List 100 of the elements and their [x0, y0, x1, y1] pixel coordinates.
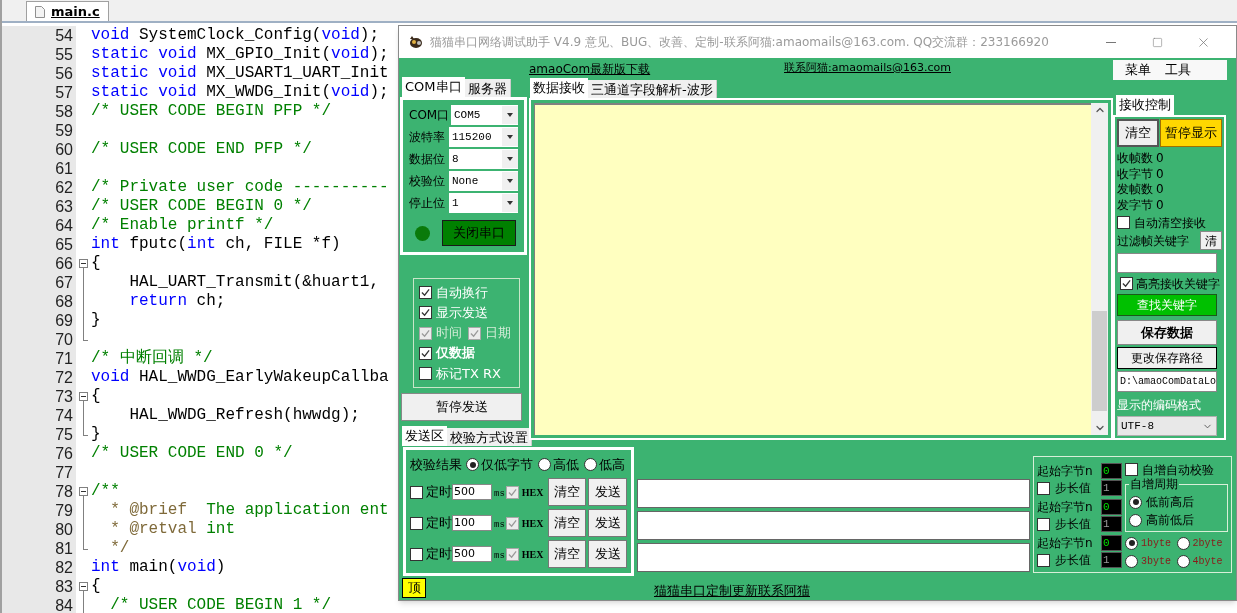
checkbox[interactable]: [419, 286, 432, 300]
checkbox-label: 自增自动校验: [1142, 461, 1214, 478]
dropdown[interactable]: 1: [448, 193, 518, 213]
field-label: 波特率: [409, 129, 446, 146]
radio-label: 3byte: [1141, 554, 1171, 569]
counter-value: 0: [1156, 197, 1164, 213]
checkbox[interactable]: [410, 547, 423, 561]
collapse-icon[interactable]: [78, 487, 88, 496]
checkbox[interactable]: [419, 306, 432, 320]
radio-button[interactable]: [1125, 536, 1138, 550]
send-text-field[interactable]: [637, 479, 1030, 508]
dropdown[interactable]: None: [448, 171, 518, 191]
checkbox[interactable]: [1125, 463, 1138, 476]
radio-button[interactable]: [1176, 554, 1190, 568]
step-label: 步长值: [1055, 480, 1092, 497]
checkbox[interactable]: [410, 516, 423, 530]
counter-label: 收帧数: [1117, 151, 1153, 167]
download-link[interactable]: amaoCom最新版下载: [529, 62, 651, 76]
code-line: {: [90, 387, 101, 406]
checkbox[interactable]: [1117, 216, 1130, 229]
menu-item[interactable]: 菜单: [1125, 60, 1151, 80]
top-button[interactable]: 顶: [402, 578, 426, 598]
menu-item[interactable]: 工具: [1165, 60, 1191, 80]
send-text-field[interactable]: [637, 543, 1030, 572]
checkbox[interactable]: [1120, 277, 1133, 291]
checkbox[interactable]: [1037, 553, 1050, 567]
pause-send-button[interactable]: 暂停发送: [401, 393, 522, 421]
step-field[interactable]: 1: [1101, 480, 1122, 496]
checkbox[interactable]: [410, 485, 423, 499]
checksum-label: 校验结果: [410, 455, 462, 474]
radio-button[interactable]: [1129, 495, 1142, 509]
collapse-icon[interactable]: [78, 582, 88, 591]
dropdown[interactable]: COM5: [451, 105, 518, 125]
checkbox[interactable]: [419, 366, 432, 380]
change-path-button[interactable]: 更改保存路径: [1117, 347, 1217, 370]
collapse-icon[interactable]: [78, 259, 88, 268]
line-number: 73: [55, 386, 73, 407]
clear-filter-button[interactable]: 清: [1200, 231, 1222, 251]
clear-button[interactable]: 清空: [548, 478, 587, 506]
unit-label: ms: [494, 550, 505, 564]
radio-button[interactable]: [1129, 513, 1142, 527]
start-byte-field[interactable]: 0: [1101, 498, 1122, 515]
start-byte-field[interactable]: 0: [1101, 534, 1122, 551]
send-button[interactable]: 发送: [588, 540, 627, 568]
checkbox[interactable]: [419, 346, 432, 360]
radio-button[interactable]: [1176, 536, 1190, 550]
tab[interactable]: 发送区: [402, 426, 447, 446]
collapse-icon[interactable]: [78, 392, 88, 401]
clear-button[interactable]: 清空: [548, 509, 587, 537]
code-line: {: [90, 577, 101, 596]
filter-field[interactable]: [1117, 252, 1217, 273]
footer-link[interactable]: 猫猫串口定制更新联系阿猫: [654, 580, 810, 601]
tab[interactable]: 服务器: [464, 79, 511, 97]
send-button[interactable]: 发送: [588, 509, 627, 537]
step-field[interactable]: 1: [1101, 516, 1122, 532]
dropdown-arrow-icon: [507, 113, 513, 117]
radio-button[interactable]: [466, 458, 479, 471]
checkbox[interactable]: [1037, 517, 1050, 531]
radio-button[interactable]: [538, 458, 551, 471]
radio-label: 高低: [553, 455, 579, 474]
checkbox[interactable]: [1037, 481, 1050, 495]
path-field[interactable]: D:\amaoComDataLo: [1117, 371, 1217, 393]
counter-value: 0: [1156, 166, 1164, 182]
contact-link[interactable]: 联系阿猫:amaomails@163.com: [784, 59, 951, 77]
step-field[interactable]: 1: [1101, 552, 1122, 568]
radio-label: 1byte: [1141, 536, 1171, 551]
tab[interactable]: 数据接收: [530, 78, 588, 98]
encoding-dropdown[interactable]: UTF-8: [1117, 416, 1217, 436]
clear-button[interactable]: 清空: [548, 540, 587, 568]
send-button[interactable]: 发送: [588, 478, 627, 506]
line-number: 66: [55, 253, 73, 274]
interval-field[interactable]: 100: [452, 515, 492, 531]
close-port-button[interactable]: 关闭串口: [442, 220, 516, 246]
tab[interactable]: COM串口: [402, 77, 465, 97]
tab[interactable]: 三通道字段解析-波形: [588, 80, 717, 98]
start-byte-field[interactable]: 0: [1101, 462, 1122, 479]
scrollbar-thumb[interactable]: [1092, 311, 1107, 412]
code-line: * @brief The application ent: [109, 501, 389, 520]
interval-field[interactable]: 500: [452, 484, 492, 500]
unit-label: ms: [494, 488, 505, 502]
line-number: 81: [55, 538, 73, 559]
tab[interactable]: 接收控制: [1116, 95, 1174, 115]
pause-display-button[interactable]: 暂停显示: [1160, 119, 1222, 147]
clear-button[interactable]: 清空: [1117, 119, 1159, 147]
line-number: 79: [55, 500, 73, 521]
radio-button[interactable]: [584, 458, 597, 471]
send-text-field[interactable]: [637, 511, 1030, 540]
hex-label: HEX: [521, 547, 544, 562]
dropdown[interactable]: 8: [448, 149, 518, 169]
radio-label: 高前低后: [1146, 512, 1194, 529]
file-tab[interactable]: main.c: [26, 1, 109, 21]
line-number: 83: [55, 576, 73, 597]
dropdown[interactable]: 115200: [448, 127, 518, 147]
save-data-button[interactable]: 保存数据: [1117, 319, 1217, 346]
start-byte-label: 起始字节n: [1037, 462, 1093, 480]
scrollbar[interactable]: [1091, 103, 1108, 435]
line-number: 75: [55, 424, 73, 445]
interval-field[interactable]: 500: [452, 546, 492, 562]
tab[interactable]: 校验方式设置: [447, 428, 532, 446]
radio-button[interactable]: [1125, 554, 1138, 568]
